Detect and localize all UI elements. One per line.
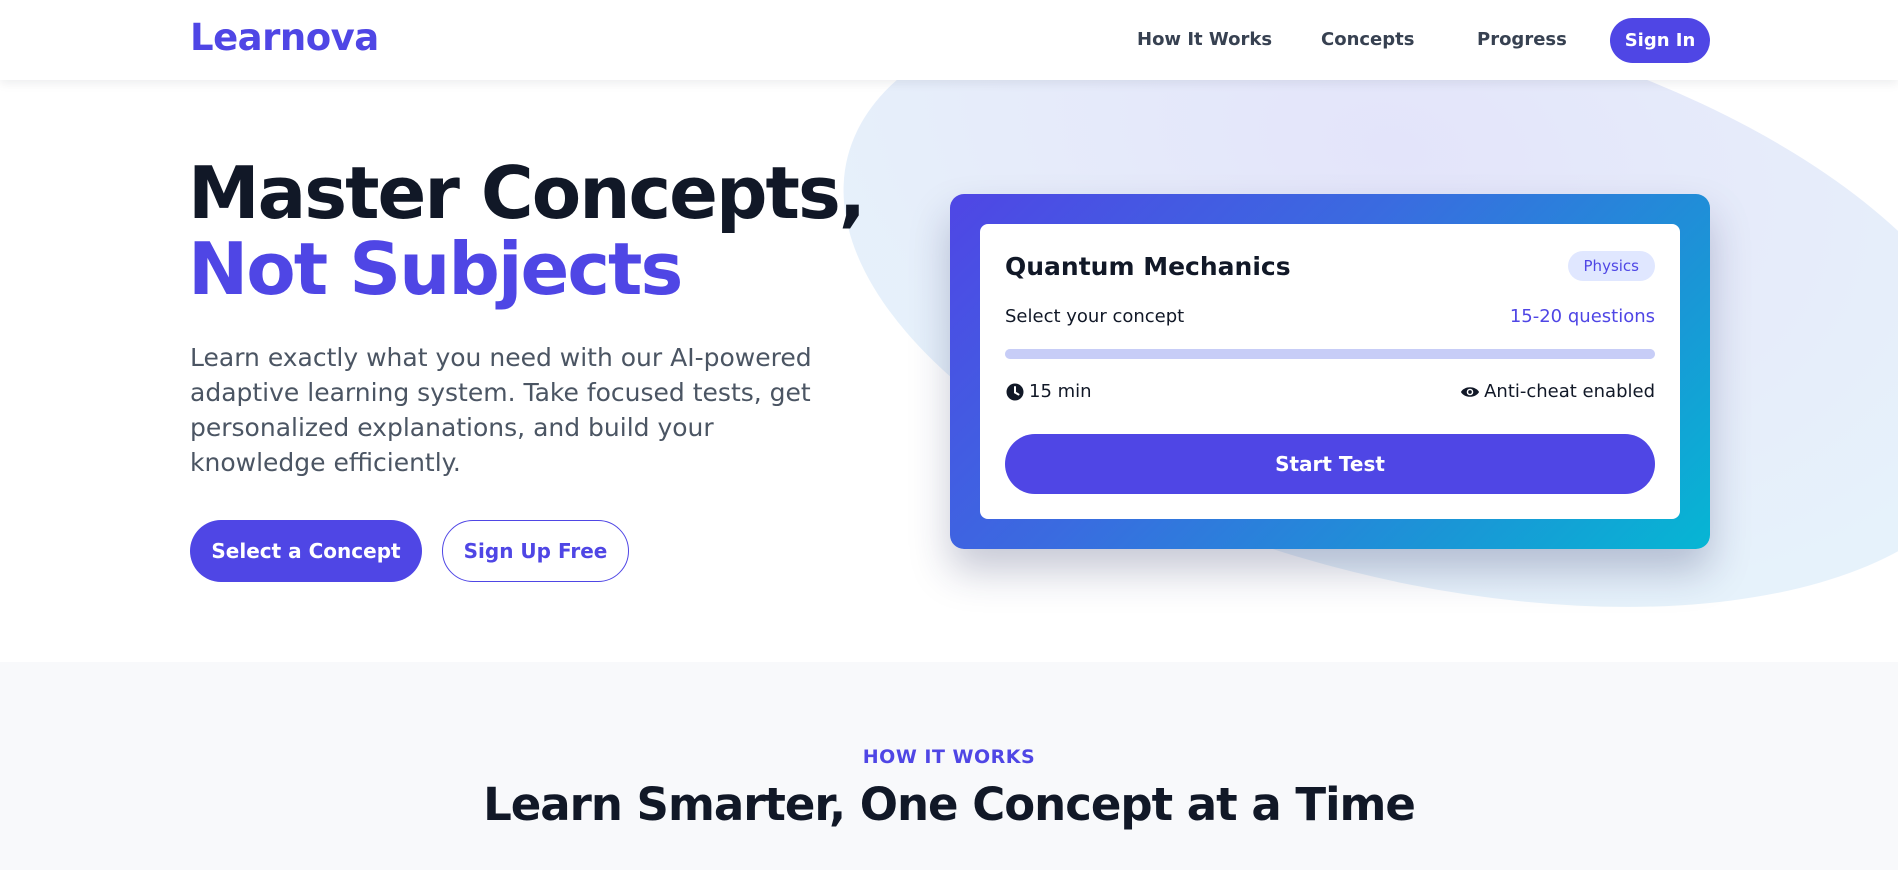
duration-text: 15 min: [1029, 381, 1092, 402]
progress-fill: [1005, 349, 1655, 359]
sign-in-button[interactable]: Sign In: [1610, 18, 1710, 63]
logo[interactable]: Learnova: [190, 16, 379, 59]
section-eyebrow: HOW IT WORKS: [862, 746, 1036, 768]
anticheat-status: Anti-cheat enabled: [1460, 381, 1655, 402]
concept-label: Select your concept: [1005, 306, 1185, 327]
hero-description: Learn exactly what you need with our AI-…: [190, 343, 812, 477]
hero-title-line1: Master Concepts,: [188, 151, 866, 235]
how-it-works-section: HOW IT WORKS Learn Smarter, One Concept …: [0, 662, 1898, 870]
select-concept-button[interactable]: Select a Concept: [190, 520, 422, 582]
anticheat-text: Anti-cheat enabled: [1484, 381, 1655, 402]
question-count: 15-20 questions: [1509, 306, 1655, 327]
subject-tag: Physics: [1567, 251, 1655, 281]
clock-icon: [1005, 382, 1025, 402]
site-header: Learnova How It Works Concepts Progress …: [0, 0, 1898, 80]
card-title: Quantum Mechanics: [1005, 252, 1291, 281]
duration: 15 min: [1005, 381, 1092, 402]
hero-title: Master Concepts, Not Subjects: [188, 155, 866, 311]
nav-how-it-works[interactable]: How It Works: [1137, 29, 1272, 50]
hero-title-line2: Not Subjects: [188, 227, 683, 311]
progress-bar: [1005, 349, 1655, 359]
test-card-frame: Quantum Mechanics Physics Select your co…: [950, 194, 1710, 549]
section-title: Learn Smarter, One Concept at a Time: [483, 778, 1416, 831]
sign-up-free-button[interactable]: Sign Up Free: [442, 520, 629, 582]
test-card: Quantum Mechanics Physics Select your co…: [980, 224, 1680, 519]
nav-progress[interactable]: Progress: [1477, 29, 1567, 50]
start-test-button[interactable]: Start Test: [1005, 434, 1655, 494]
nav-concepts[interactable]: Concepts: [1321, 29, 1414, 50]
eye-icon: [1460, 382, 1480, 402]
